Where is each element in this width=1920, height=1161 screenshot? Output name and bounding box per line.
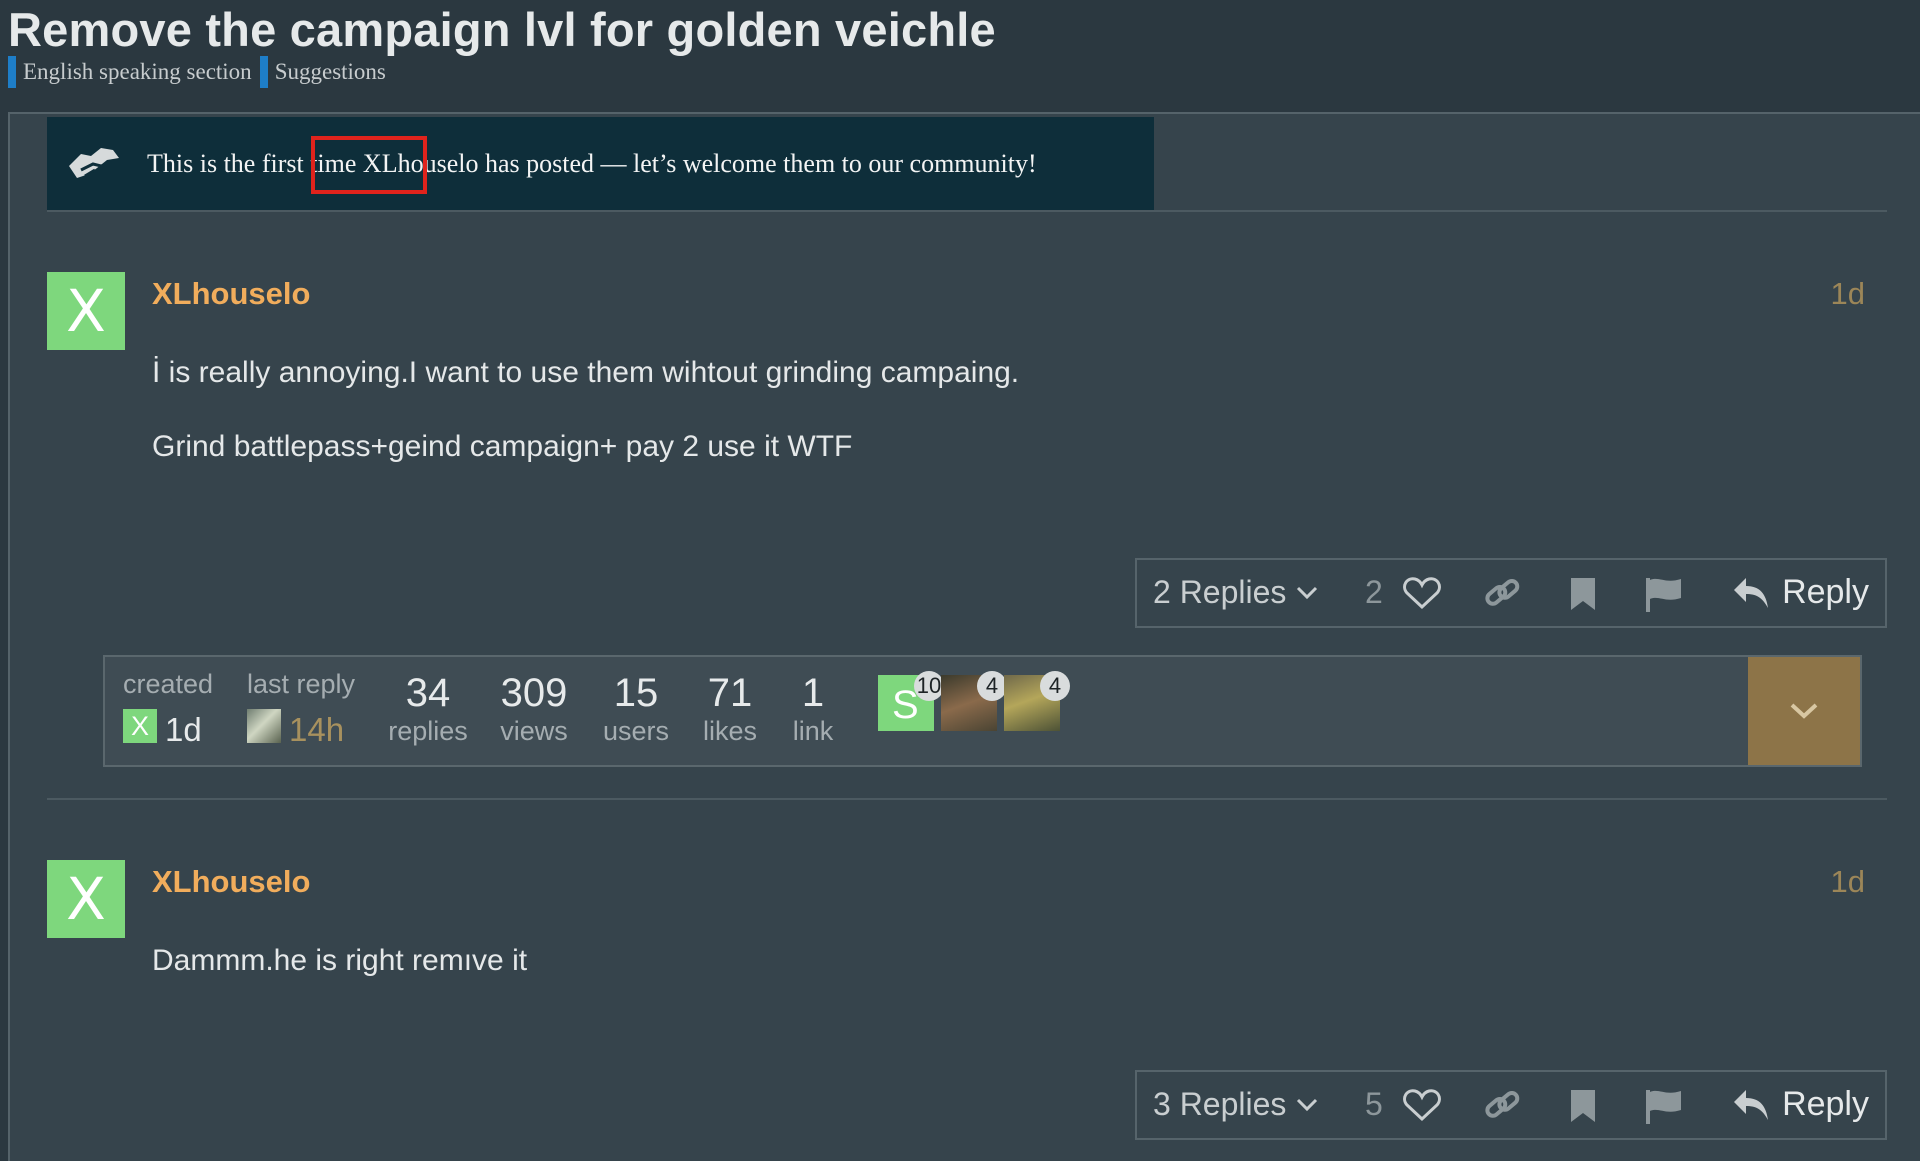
stat-number: 34 xyxy=(405,671,451,715)
last-reply-avatar[interactable] xyxy=(247,709,281,743)
post-paragraph: Grind battlepass+geind campaign+ pay 2 u… xyxy=(152,430,853,463)
post-paragraph: Dammm.he is right remıve it xyxy=(152,944,528,977)
participant-post-count: 4 xyxy=(977,671,1007,701)
stat-number: 15 xyxy=(613,671,659,715)
stat-views: 309 views xyxy=(489,671,579,747)
username[interactable]: XLhouselo xyxy=(152,864,310,900)
expand-topic-map-button[interactable] xyxy=(1748,657,1860,765)
last-reply-label: last reply xyxy=(247,669,356,699)
stat-label: views xyxy=(500,716,568,746)
created-time[interactable]: 1d xyxy=(165,711,202,749)
replies-label: 2 Replies xyxy=(1153,574,1287,610)
divider xyxy=(47,798,1887,800)
participant-avatar[interactable]: S 10 xyxy=(878,671,944,731)
post-actions: 3 Replies 5 Reply xyxy=(1135,1070,1887,1140)
like-count[interactable]: 5 xyxy=(1365,1086,1383,1123)
bookmark-icon[interactable] xyxy=(1569,1088,1597,1124)
stat-replies: 34 replies xyxy=(383,671,473,747)
topic-map: created X 1d last reply 14h 34 replies 3… xyxy=(103,655,1862,767)
reply-button[interactable]: Reply xyxy=(1732,573,1869,612)
link-icon[interactable] xyxy=(1483,576,1521,612)
reply-label: Reply xyxy=(1782,573,1869,611)
participant-avatar[interactable]: 4 xyxy=(1004,671,1070,731)
link-icon[interactable] xyxy=(1483,1088,1521,1124)
created-avatar[interactable]: X xyxy=(123,709,157,743)
category-badge-english[interactable]: English speaking section xyxy=(8,56,252,88)
stat-number: 1 xyxy=(801,671,825,715)
notice-text: This is the first time XLhouselo has pos… xyxy=(147,148,1037,178)
post-date[interactable]: 1d xyxy=(1831,276,1865,312)
stat-label: likes xyxy=(702,716,757,746)
participant-avatar[interactable]: 4 xyxy=(941,671,1007,731)
participant-post-count: 4 xyxy=(1040,671,1070,701)
reply-button[interactable]: Reply xyxy=(1732,1085,1869,1124)
avatar[interactable]: X xyxy=(47,272,125,350)
post-1: X XLhouselo 1d İ is really annoying.I wa… xyxy=(47,272,1887,632)
flag-icon[interactable] xyxy=(1645,1088,1683,1124)
category-breadcrumb: English speaking section Suggestions xyxy=(8,56,386,88)
stat-label: replies xyxy=(388,716,468,746)
stat-label: users xyxy=(602,716,670,746)
avatar[interactable]: X xyxy=(47,860,125,938)
category-color-swatch xyxy=(259,56,268,88)
post-actions: 2 Replies 2 Reply xyxy=(1135,558,1887,628)
topic-body: This is the first time XLhouselo has pos… xyxy=(8,112,1920,1161)
reply-arrow-icon xyxy=(1734,577,1769,608)
post-2: X XLhouselo 1d Dammm.he is right remıve … xyxy=(47,860,1887,1160)
like-count[interactable]: 2 xyxy=(1365,574,1383,611)
heart-icon[interactable] xyxy=(1403,1088,1441,1122)
handshake-icon xyxy=(69,147,119,178)
participant-post-count: 10 xyxy=(914,671,944,701)
category-label: Suggestions xyxy=(274,59,386,84)
show-replies-button[interactable]: 3 Replies xyxy=(1153,1086,1318,1123)
chevron-down-icon xyxy=(1297,1098,1318,1111)
chevron-down-icon xyxy=(1297,586,1318,599)
reply-arrow-icon xyxy=(1734,1089,1769,1120)
chevron-down-icon xyxy=(1790,703,1818,719)
bookmark-icon[interactable] xyxy=(1569,576,1597,612)
created-label: created xyxy=(123,669,214,699)
category-badge-suggestions[interactable]: Suggestions xyxy=(259,56,386,88)
stat-links[interactable]: 1 link xyxy=(773,671,853,747)
flag-icon[interactable] xyxy=(1645,576,1683,612)
stat-label: link xyxy=(792,716,834,746)
stat-likes: 71 likes xyxy=(685,671,775,747)
replies-label: 3 Replies xyxy=(1153,1086,1287,1122)
reply-label: Reply xyxy=(1782,1085,1869,1123)
divider xyxy=(47,210,1887,212)
category-label: English speaking section xyxy=(23,59,252,84)
heart-icon[interactable] xyxy=(1403,576,1441,610)
show-replies-button[interactable]: 2 Replies xyxy=(1153,574,1318,611)
topic-title[interactable]: Remove the campaign lvl for golden veich… xyxy=(8,2,996,57)
first-post-notice: This is the first time XLhouselo has pos… xyxy=(47,117,1154,210)
highlight-box xyxy=(311,136,427,194)
last-reply-time[interactable]: 14h xyxy=(289,711,344,749)
post-date[interactable]: 1d xyxy=(1831,864,1865,900)
stat-number: 71 xyxy=(707,671,753,715)
post-paragraph: İ is really annoying.I want to use them … xyxy=(152,356,1020,389)
username[interactable]: XLhouselo xyxy=(152,276,310,312)
category-color-swatch xyxy=(8,56,16,88)
stat-number: 309 xyxy=(500,671,568,715)
stat-users: 15 users xyxy=(591,671,681,747)
